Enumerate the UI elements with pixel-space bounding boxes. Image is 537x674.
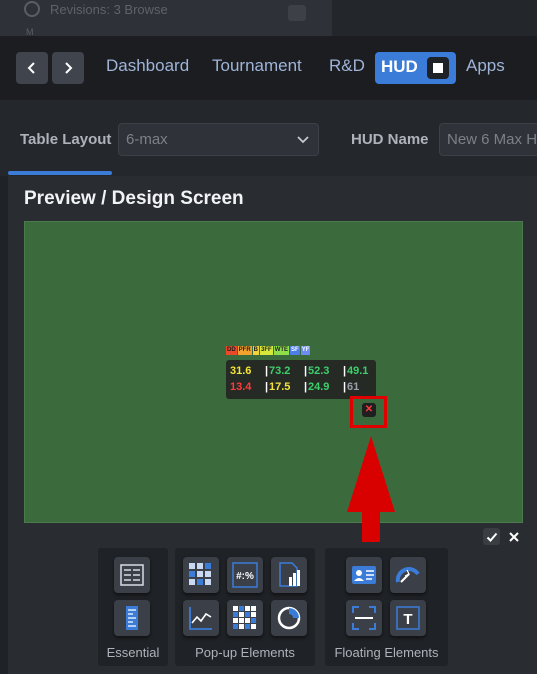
tool-tile-grid[interactable] xyxy=(227,600,263,636)
forward-button[interactable] xyxy=(52,52,84,84)
nav-apps[interactable]: Apps xyxy=(466,56,505,76)
tool-number-format[interactable]: #:% xyxy=(227,557,263,593)
revisions-bar: Revisions: 3 Browse M xyxy=(0,0,332,37)
top-navigation: Dashboard Tournament R&D HUD Apps xyxy=(0,36,537,100)
stat-value: 17.5 xyxy=(269,381,291,393)
tool-chart-page[interactable] xyxy=(271,557,307,593)
hud-toggle[interactable] xyxy=(427,57,449,79)
stat-row-1: 31.6 | 73.2 | 52.3 | 49.1 xyxy=(230,365,382,377)
tool-player-card[interactable] xyxy=(346,557,382,593)
frame-icon xyxy=(352,606,376,630)
nav-rnd[interactable]: R&D xyxy=(329,56,365,76)
palette-essential: Essential xyxy=(98,548,168,666)
palette-floating-label: Floating Elements xyxy=(334,645,439,660)
nav-dashboard[interactable]: Dashboard xyxy=(106,56,189,76)
chevron-down-icon xyxy=(297,136,309,144)
confirm-button[interactable] xyxy=(483,528,500,545)
table-layout-label: Table Layout xyxy=(20,131,112,148)
chevron-right-icon xyxy=(65,62,73,74)
palette-floating-elements: T Floating Elements xyxy=(325,548,448,666)
tool-gauge[interactable] xyxy=(390,557,426,593)
gauge-icon xyxy=(395,567,420,583)
stat-tag: DD xyxy=(226,346,237,355)
chevron-left-icon xyxy=(27,62,35,74)
tile-grid-icon xyxy=(233,606,256,629)
stat-value: 61 xyxy=(347,381,360,393)
hud-name-input[interactable] xyxy=(440,124,537,155)
tool-pie-chart[interactable] xyxy=(271,600,307,636)
stat-value: 52.3 xyxy=(308,365,330,377)
hud-name-field[interactable] xyxy=(439,123,537,156)
stat-value: 24.9 xyxy=(308,381,330,393)
tool-text[interactable]: T xyxy=(390,600,426,636)
text-icon: T xyxy=(396,606,420,630)
cancel-button[interactable] xyxy=(505,528,522,545)
hud-name-label: HUD Name xyxy=(351,131,429,148)
stat-value: 31.6 xyxy=(230,365,252,377)
back-button[interactable] xyxy=(16,52,48,84)
table-layout-select[interactable]: 6-max xyxy=(118,123,319,156)
close-icon xyxy=(508,531,519,542)
number-format-text: #:% xyxy=(236,571,254,582)
hud-settings-row: Table Layout 6-max HUD Name xyxy=(0,100,537,176)
highlight-annotation xyxy=(350,396,387,428)
tool-stat-grid[interactable] xyxy=(114,557,150,593)
arrow-up-icon xyxy=(347,436,395,542)
palette-popup-label: Pop-up Elements xyxy=(195,645,295,660)
preview-canvas[interactable]: DD PFR B 3FF WTE SF YF 31.6 | 73.2 | 52.3 | 49.1 13.… xyxy=(24,221,523,542)
check-icon xyxy=(486,532,497,542)
player-card-icon xyxy=(352,566,376,584)
stat-tag: 3FF xyxy=(260,346,273,355)
tool-frame[interactable] xyxy=(346,600,382,636)
tool-line-chart[interactable] xyxy=(183,600,219,636)
nav-hud[interactable]: HUD xyxy=(375,52,456,84)
palette-popup-elements: #:% Pop-up Elements xyxy=(175,548,315,666)
stat-tag: WTE xyxy=(273,346,290,355)
chart-page-icon xyxy=(279,562,300,587)
pie-chart-icon xyxy=(277,606,301,630)
stat-value: 49.1 xyxy=(347,365,369,377)
stat-tag-row: DD PFR B 3FF WTE SF YF xyxy=(226,346,311,355)
stat-grid-icon xyxy=(120,564,144,586)
stat-tag: YF xyxy=(300,346,311,355)
tool-dot-grid[interactable] xyxy=(183,557,219,593)
history-icon xyxy=(24,1,40,17)
revisions-strip: Revisions: 3 Browse M xyxy=(0,0,537,37)
revisions-button[interactable] xyxy=(288,5,306,21)
hud-designer-page: Revisions: 3 Browse M Dashboard Tourname… xyxy=(0,0,537,674)
number-format-icon: #:% xyxy=(232,562,258,588)
text-tool-glyph: T xyxy=(403,611,412,628)
nav-tournament[interactable]: Tournament xyxy=(212,56,302,76)
stat-column-icon xyxy=(126,606,138,630)
stat-row-2: 13.4 | 17.5 | 24.9 | 61 xyxy=(230,381,382,393)
revisions-text: Revisions: 3 Browse xyxy=(50,2,168,17)
stat-value: 13.4 xyxy=(230,381,252,393)
stat-tag: PFR xyxy=(237,346,252,355)
hud-stat-box[interactable]: 31.6 | 73.2 | 52.3 | 49.1 13.4 | 17.5 | 24.9 | 61 xyxy=(226,360,376,399)
table-layout-value: 6-max xyxy=(126,131,168,148)
stat-tag: SF xyxy=(290,346,300,355)
nav-hud-label: HUD xyxy=(381,57,418,76)
dot-grid-icon xyxy=(189,563,211,585)
line-chart-icon xyxy=(189,607,212,630)
tab-indicator xyxy=(8,171,112,175)
panel-title: Preview / Design Screen xyxy=(24,188,244,209)
stat-tag: B xyxy=(252,346,260,355)
palette-essential-label: Essential xyxy=(106,645,160,660)
tool-stat-column[interactable] xyxy=(114,600,150,636)
stat-value: 73.2 xyxy=(269,365,291,377)
